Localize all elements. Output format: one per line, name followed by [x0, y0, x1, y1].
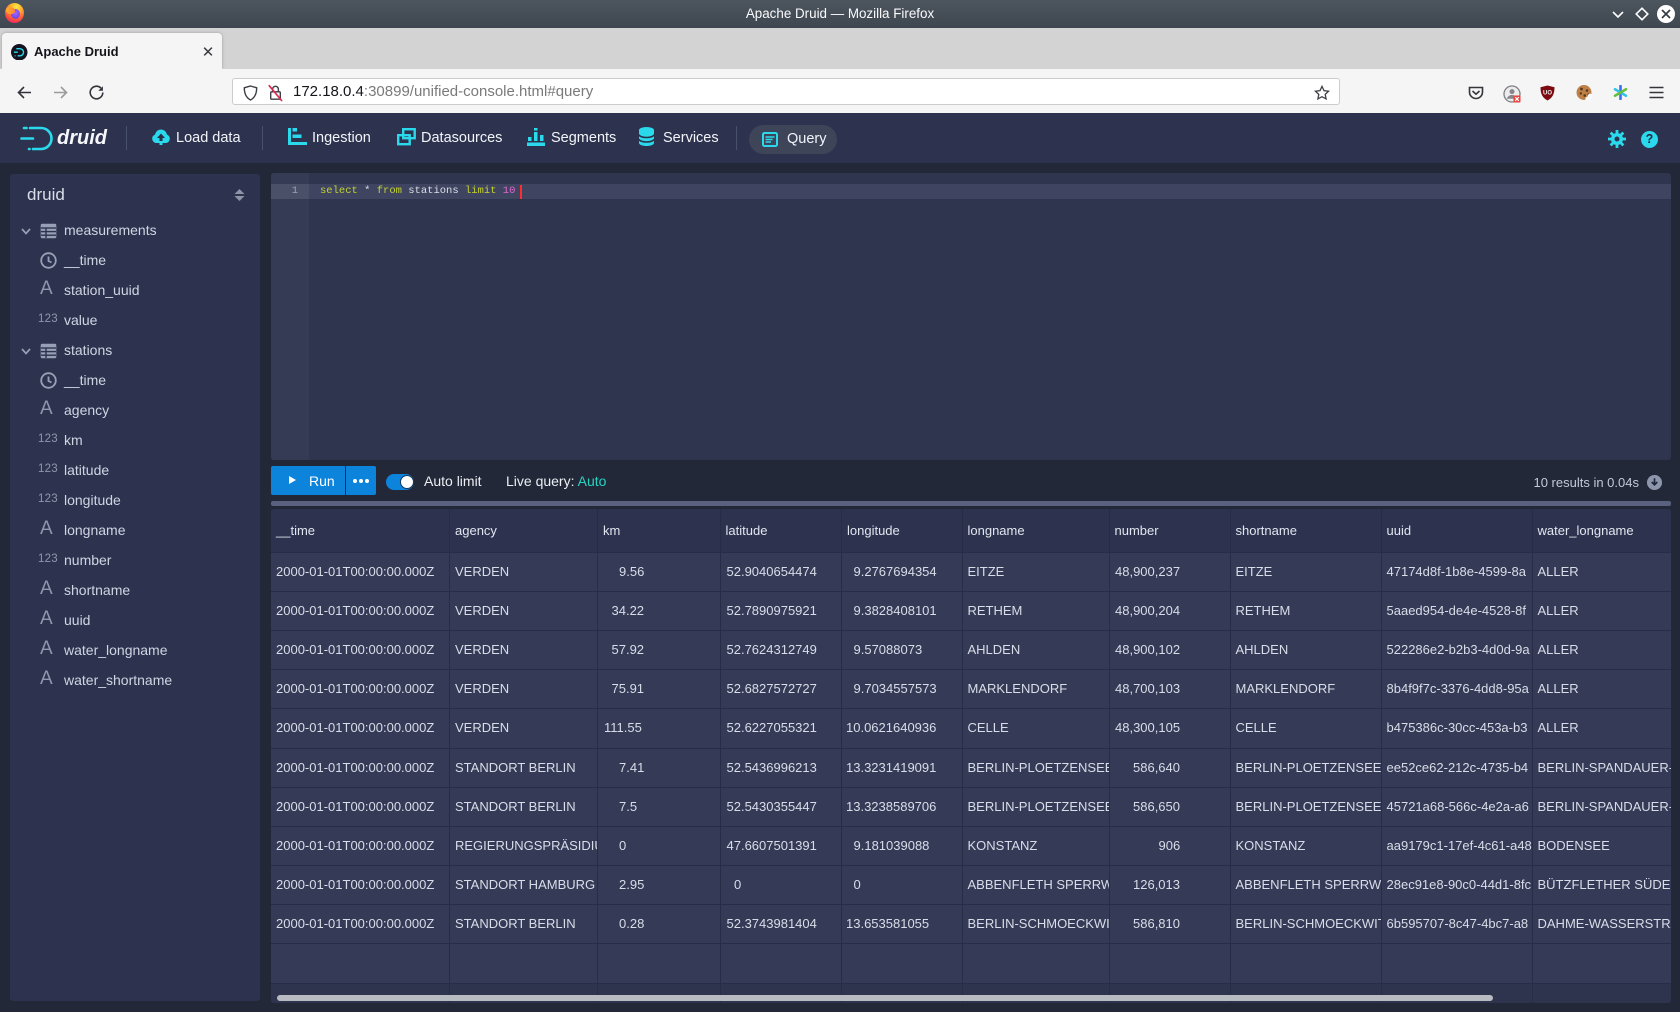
- svg-text:UO: UO: [1543, 91, 1552, 97]
